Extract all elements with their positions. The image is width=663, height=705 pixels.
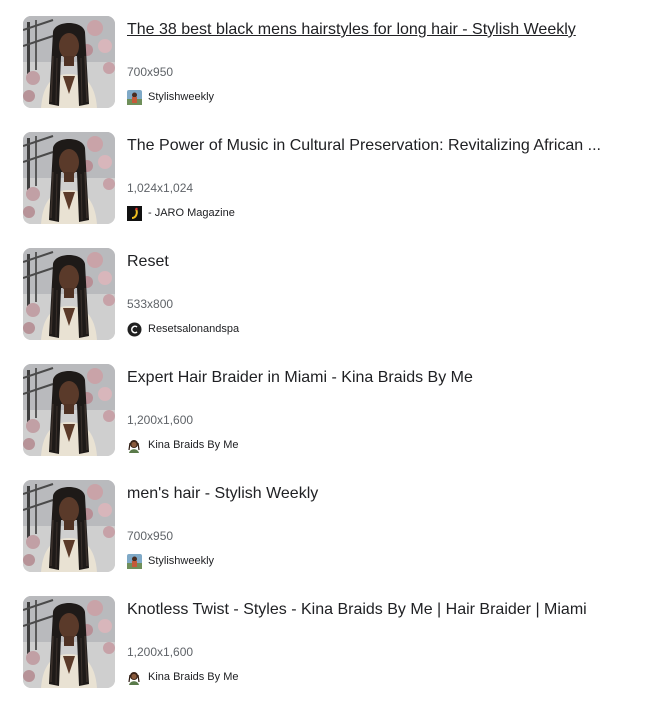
result-thumbnail[interactable] <box>23 364 115 456</box>
result-title-link[interactable]: Expert Hair Braider in Miami - Kina Brai… <box>127 368 473 388</box>
source-name: Kina Braids By Me <box>148 439 239 451</box>
result-thumbnail[interactable] <box>23 132 115 224</box>
image-dimensions: 533x800 <box>127 297 174 311</box>
stylishweekly-icon <box>127 553 142 569</box>
result-title-link[interactable]: men's hair - Stylish Weekly <box>127 484 318 504</box>
image-dimensions: 700x950 <box>127 65 174 79</box>
stylishweekly-icon <box>127 89 142 105</box>
result-thumbnail[interactable] <box>23 248 115 340</box>
result-item[interactable]: The 38 best black mens hairstyles for lo… <box>23 16 643 108</box>
result-title-link[interactable]: The Power of Music in Cultural Preservat… <box>127 136 601 156</box>
result-title-link[interactable]: The 38 best black mens hairstyles for lo… <box>127 20 576 40</box>
result-source[interactable]: Stylishweekly <box>127 553 214 569</box>
source-name: Kina Braids By Me <box>148 671 239 683</box>
result-source[interactable]: Resetsalonandspa <box>127 321 239 337</box>
image-dimensions: 1,200x1,600 <box>127 413 194 427</box>
result-item[interactable]: Knotless Twist - Styles - Kina Braids By… <box>23 596 643 688</box>
result-source[interactable]: Stylishweekly <box>127 89 214 105</box>
result-item[interactable]: Expert Hair Braider in Miami - Kina Brai… <box>23 364 643 456</box>
source-name: - JARO Magazine <box>148 207 235 219</box>
reset-salon-icon <box>127 322 142 337</box>
result-source[interactable]: Kina Braids By Me <box>127 437 238 453</box>
result-thumbnail[interactable] <box>23 16 115 108</box>
kina-braids-icon <box>127 438 142 453</box>
result-item[interactable]: men's hair - Stylish Weekly 700x950 Styl… <box>23 480 643 572</box>
result-item[interactable]: The Power of Music in Cultural Preservat… <box>23 132 643 224</box>
result-source[interactable]: - JARO Magazine <box>127 205 235 221</box>
kina-braids-icon <box>127 670 142 685</box>
result-item[interactable]: Reset 533x800 Resetsalonandspa <box>23 248 643 340</box>
image-dimensions: 1,024x1,024 <box>127 181 194 195</box>
result-thumbnail[interactable] <box>23 596 115 688</box>
result-title-link[interactable]: Knotless Twist - Styles - Kina Braids By… <box>127 600 587 620</box>
result-thumbnail[interactable] <box>23 480 115 572</box>
source-name: Resetsalonandspa <box>148 323 240 335</box>
result-source[interactable]: Kina Braids By Me <box>127 669 238 685</box>
image-dimensions: 1,200x1,600 <box>127 645 194 659</box>
source-name: Stylishweekly <box>148 555 215 567</box>
result-title-link[interactable]: Reset <box>127 252 169 272</box>
jaro-magazine-icon <box>127 205 142 221</box>
image-dimensions: 700x950 <box>127 529 174 543</box>
source-name: Stylishweekly <box>148 91 215 103</box>
